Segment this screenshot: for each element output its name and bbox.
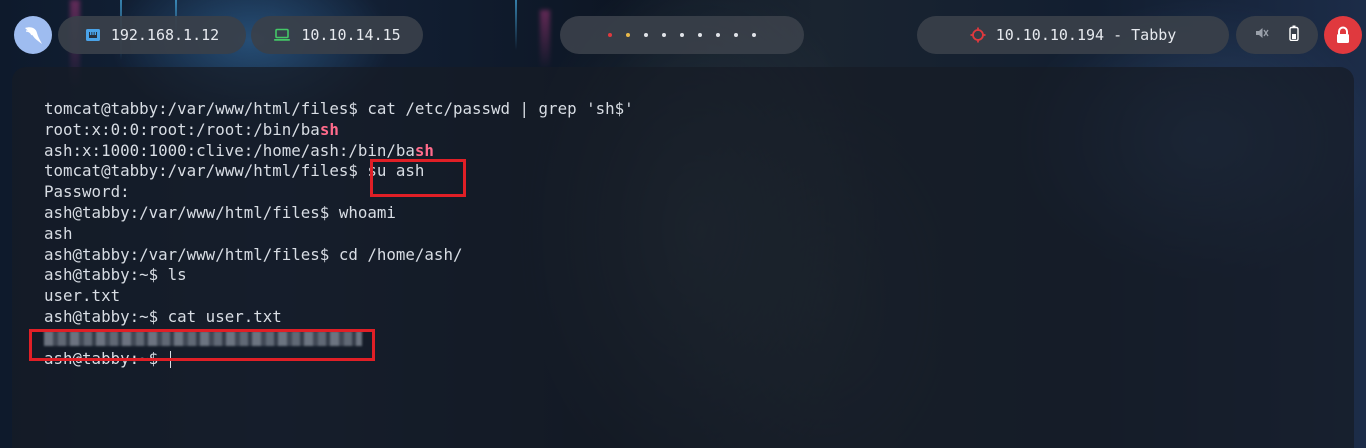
terminal-line-text: tomcat@tabby:/var/www/html/files$ cat /e…	[44, 99, 634, 118]
workspace-dot[interactable]	[734, 33, 738, 37]
terminal-line-text: ash	[44, 223, 73, 243]
terminal-line: ash@tabby:~$ ls	[44, 265, 634, 286]
terminal-line-text: ash@tabby:~$ cat user.txt	[44, 306, 282, 326]
kali-dragon-icon[interactable]	[14, 16, 52, 54]
laptop-icon	[273, 28, 291, 42]
terminal-line: root:x:0:0:root:/root:/bin/bash	[44, 120, 634, 141]
terminal-line-text: root:x:0:0:root:/root:/bin/ba	[44, 119, 320, 139]
target-pill[interactable]: 10.10.10.194 - Tabby	[917, 16, 1229, 54]
workspace-dot[interactable]	[680, 33, 684, 37]
workspace-dot[interactable]	[626, 33, 630, 37]
host-ip-label: 192.168.1.12	[110, 26, 220, 44]
system-tray	[1236, 16, 1318, 54]
terminal-line-text: ash@tabby:/var/www/html/files$ whoami	[44, 202, 396, 222]
terminal-line: ash:x:1000:1000:clive:/home/ash:/bin/bas…	[44, 141, 634, 162]
terminal-line-text: ash@tabby:/var/www/html/files$ cd /home/…	[44, 244, 463, 264]
workspace-switcher[interactable]	[560, 16, 804, 54]
grep-match-highlight: sh	[414, 140, 434, 160]
terminal-line: Password:	[44, 182, 634, 203]
workspace-dot[interactable]	[716, 33, 720, 37]
target-label: 10.10.10.194 - Tabby	[995, 26, 1177, 44]
terminal-line: ash@tabby:/var/www/html/files$ whoami	[44, 203, 634, 224]
terminal-line: ash@tabby:/var/www/html/files$ cd /home/…	[44, 245, 634, 266]
workspace-dot[interactable]	[662, 33, 666, 37]
terminal-line-text: tomcat@tabby:/var/www/html/files$ su ash	[44, 161, 425, 181]
terminal-line: user.txt	[44, 286, 634, 307]
speaker-muted-icon[interactable]	[1255, 26, 1269, 44]
grep-match-highlight: sh	[319, 119, 339, 139]
terminal-line-text: Password:	[44, 182, 130, 202]
workspace-dot[interactable]	[752, 33, 756, 37]
terminal-line: ash	[44, 224, 634, 245]
terminal-window[interactable]: tomcat@tabby:/var/www/html/files$ cat /e…	[12, 67, 1354, 448]
vpn-ip-label: 10.10.14.15	[301, 26, 401, 44]
vpn-ip-pill[interactable]: 10.10.14.15	[251, 16, 423, 54]
terminal-line-text: user.txt	[44, 286, 121, 306]
terminal-line: tomcat@tabby:/var/www/html/files$ cat /e…	[44, 99, 634, 120]
crosshair-icon	[970, 27, 986, 43]
terminal-line-text: ash@tabby:~$ ls	[44, 265, 187, 285]
annotation-box-redacted-flag	[29, 329, 375, 361]
workspace-dot[interactable]	[608, 33, 612, 37]
terminal-line: ash@tabby:~$ cat user.txt	[44, 307, 634, 328]
terminal-line-text: ash:x:1000:1000:clive:/home/ash:/bin/ba	[44, 140, 415, 160]
terminal-line: tomcat@tabby:/var/www/html/files$ su ash	[44, 161, 634, 182]
annotation-box-su-ash	[370, 159, 466, 197]
workspace-dot[interactable]	[644, 33, 648, 37]
workspace-dot[interactable]	[698, 33, 702, 37]
top-status-bar: 192.168.1.12 10.10.14.15 10.10.10.194 - …	[0, 0, 1366, 64]
lock-icon[interactable]	[1324, 16, 1362, 54]
battery-icon[interactable]	[1289, 25, 1299, 45]
ethernet-icon	[85, 27, 101, 43]
host-ip-pill[interactable]: 192.168.1.12	[58, 16, 246, 54]
